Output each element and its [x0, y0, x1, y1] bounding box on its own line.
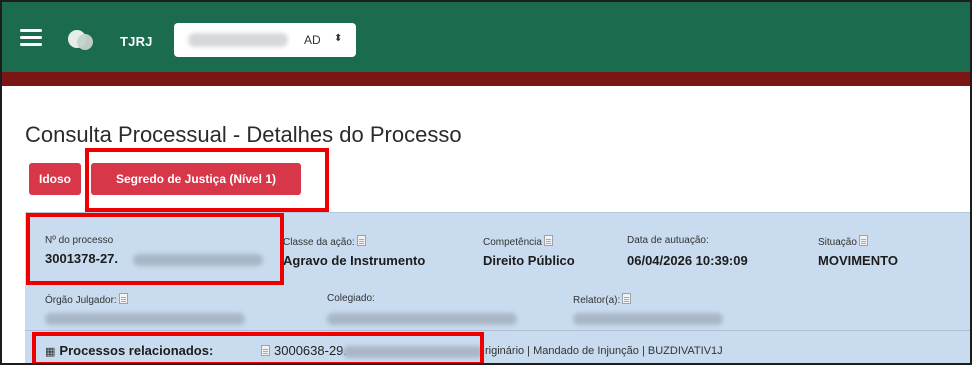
competence-label: Competência [483, 235, 553, 248]
document-icon[interactable] [118, 293, 128, 304]
document-icon[interactable] [543, 235, 553, 246]
status-value: MOVIMENTO [818, 253, 898, 268]
judging-body-label: Órgão Julgador: [45, 293, 128, 306]
unit-selector[interactable]: AD ⬍ [174, 23, 356, 57]
related-processes-label: ▦ Processos relacionados: [45, 343, 214, 358]
redacted-text [343, 346, 483, 358]
related-process-info: riginário | Mandado de Injunção | BUZDIV… [485, 345, 723, 357]
divider [25, 330, 970, 331]
idoso-badge[interactable]: Idoso [29, 163, 81, 195]
related-process-link[interactable]: 3000638-29. [259, 343, 347, 358]
class-label: Classe da ação: [283, 235, 366, 248]
competence-value: Direito Público [483, 253, 575, 268]
rapporteur-label: Relator(a): [573, 293, 632, 306]
redacted-text [327, 313, 517, 325]
sitemap-icon: ▦ [45, 346, 56, 358]
process-number-value: 3001378-27. [45, 251, 119, 266]
app-frame: TJRJ AD ⬍ Consulta Processual - Detalhes… [0, 0, 972, 365]
redacted-text [45, 313, 245, 325]
process-details-panel: Nº do processo 3001378-27. Classe da açã… [25, 212, 970, 363]
redacted-text [573, 313, 723, 325]
document-icon[interactable] [622, 293, 632, 304]
date-label: Data de autuação: [627, 235, 709, 246]
logo-icon [68, 28, 98, 52]
redacted-text [133, 254, 263, 266]
page-title: Consulta Processual - Detalhes do Proces… [25, 122, 462, 147]
document-icon[interactable] [858, 235, 868, 246]
document-icon[interactable] [356, 235, 366, 246]
class-value: Agravo de Instrumento [283, 253, 426, 268]
date-value: 06/04/2026 10:39:09 [627, 253, 748, 268]
collegiate-label: Colegiado: [327, 293, 375, 304]
unit-selector-value: AD [304, 33, 321, 47]
brand-name: TJRJ [120, 34, 153, 49]
status-label: Situação [818, 235, 868, 248]
redacted-text [188, 33, 288, 47]
top-navbar: TJRJ AD ⬍ [2, 2, 970, 72]
process-number-label: Nº do processo [45, 235, 114, 246]
menu-icon[interactable] [20, 29, 42, 47]
segredo-justica-badge[interactable]: Segredo de Justiça (Nível 1) [91, 163, 301, 195]
sort-caret-icon: ⬍ [334, 33, 343, 44]
accent-bar [2, 72, 970, 86]
document-icon[interactable] [261, 345, 270, 356]
